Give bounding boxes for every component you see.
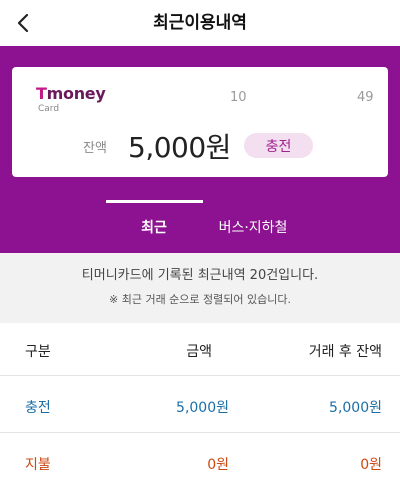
balance-label: 잔액 <box>83 141 107 156</box>
top-bar: 최근이용내역 <box>0 0 400 46</box>
row-amount: 5,000원 <box>176 400 229 416</box>
tmoney-logo: Tmoney <box>36 84 106 103</box>
row-type: 충전 <box>25 400 51 416</box>
charge-button[interactable]: 충전 <box>244 133 313 158</box>
row-balance: 0원 <box>360 457 382 473</box>
table-header: 구분 금액 거래 후 잔액 <box>0 323 400 376</box>
page-title: 최근이용내역 <box>153 13 247 33</box>
notice-main-text: 티머니카드에 기록된 최근내역 20건입니다. <box>81 268 319 283</box>
logo-subtitle: Card <box>38 104 60 114</box>
row-balance: 5,000원 <box>329 400 382 416</box>
row-type: 지불 <box>25 457 51 473</box>
column-header-amount: 금액 <box>186 344 212 360</box>
notice-sub-text: ※ 최근 거래 순으로 정렬되어 있습니다. <box>109 293 291 306</box>
column-header-balance: 거래 후 잔액 <box>308 344 382 360</box>
tab-bus-subway[interactable]: 버스·지하철 <box>203 202 303 246</box>
balance-amount: 5,000원 <box>128 131 231 164</box>
tab-recent[interactable]: 최근 <box>104 202 204 246</box>
card-number-part2: 49 <box>357 90 374 105</box>
table-row: 충전 5,000원 5,000원 <box>0 376 400 433</box>
table-row: 지불 0원 0원 <box>0 433 400 484</box>
column-header-type: 구분 <box>25 344 51 360</box>
card-number-part1: 10 <box>230 90 247 105</box>
row-amount: 0원 <box>207 457 229 473</box>
